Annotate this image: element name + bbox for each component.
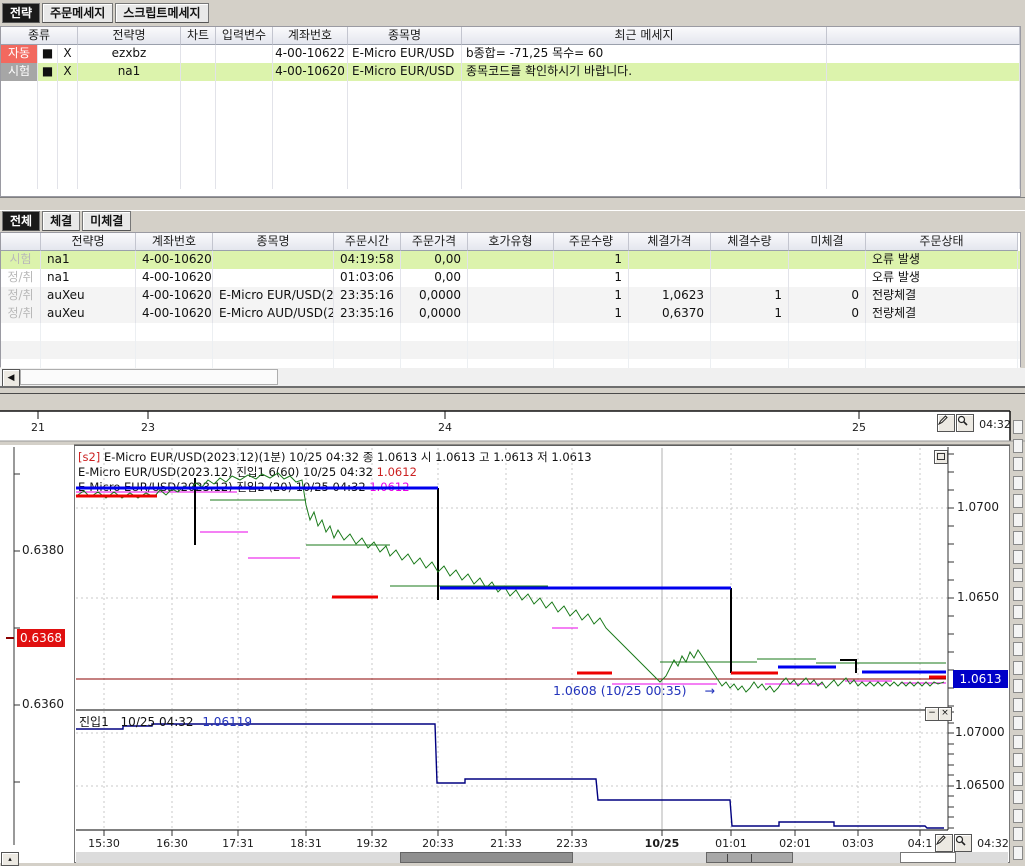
magnifier-icon[interactable] [956,414,974,432]
left-axis-price-badge: 0.6368 [17,629,65,647]
time-tick-label: 17:31 [215,837,261,850]
time-tick-label: 16:30 [149,837,195,850]
right-strip-button[interactable] [1013,753,1023,767]
right-strip-button[interactable] [1013,698,1023,712]
main-right-axis-label: 1.0650 [957,590,999,604]
subpanel-minimize-icon[interactable]: − [925,707,939,721]
right-strip-button[interactable] [1013,420,1023,434]
right-strip-button[interactable] [1013,679,1023,693]
chart-scrollbar-range-box[interactable] [900,852,956,863]
right-strip-button[interactable] [1013,772,1023,786]
pencil-icon[interactable] [935,834,953,852]
sub-indicator-value: 1.06119 [202,715,252,729]
left-axis-label: 0.6380 [22,543,64,557]
corner-box-icon[interactable]: ▴ [1,852,19,866]
time-tick-label: 10/25 [639,837,685,850]
time-tick-label: 20:33 [415,837,461,850]
main-right-axis-label: 1.0700 [957,500,999,514]
outer-tick-label: 25 [839,421,879,434]
right-strip-button[interactable] [1013,716,1023,730]
right-strip-button[interactable] [1013,827,1023,841]
right-strip-button[interactable] [1013,735,1023,749]
right-strip-button[interactable] [1013,846,1023,860]
panel-restore-icon[interactable] [934,450,948,464]
right-strip-button[interactable] [1013,642,1023,656]
subpanel-close-icon[interactable]: × [938,707,952,721]
chart-scrollbar-thumb2[interactable] [706,852,793,863]
left-axis-label: 0.6360 [22,697,64,711]
right-strip-button[interactable] [1013,494,1023,508]
annotation-text: 1.0608 (10/25 00:35) [553,683,686,698]
magnifier-icon[interactable] [954,834,972,852]
time-tick-label: 22:33 [549,837,595,850]
time-tick-label: 01:01 [708,837,754,850]
chart-scrollbar-thumb[interactable] [400,852,573,863]
time-tick-label: 19:32 [349,837,395,850]
outer-tick-label: 23 [128,421,168,434]
right-strip-button[interactable] [1013,624,1023,638]
right-strip-button[interactable] [1013,531,1023,545]
right-strip-button[interactable] [1013,550,1023,564]
right-strip-button[interactable] [1013,439,1023,453]
sub-right-axis-label: 1.06500 [955,778,1005,792]
right-strip-button[interactable] [1013,513,1023,527]
pencil-icon[interactable] [937,414,955,432]
outer-tick-label: 24 [425,421,465,434]
sub-indicator-datetime: 10/25 04:32 [121,715,194,729]
outer-tick-label: 21 [18,421,58,434]
right-strip-button[interactable] [1013,790,1023,804]
right-strip-button[interactable] [1013,587,1023,601]
right-strip-button[interactable] [1013,568,1023,582]
current-price-badge: 1.0613 [953,670,1008,688]
time-tick-label: 21:33 [483,837,529,850]
right-strip-button[interactable] [1013,605,1023,619]
right-strip-button[interactable] [1013,457,1023,471]
time-tick-label: 02:01 [772,837,818,850]
time-tick-label: 03:03 [835,837,881,850]
right-strip-button[interactable] [1013,809,1023,823]
time-tick-label: 15:30 [81,837,127,850]
price-annotation: 1.0608 (10/25 00:35) → [553,683,715,698]
sub-right-axis-label: 1.07000 [955,725,1005,739]
chart-scrollbar[interactable] [76,852,1008,863]
right-strip-button[interactable] [1013,476,1023,490]
time-tick-label: 18:31 [283,837,329,850]
right-strip-button[interactable] [1013,661,1023,675]
annotation-arrow-icon: → [704,683,714,698]
sub-indicator-name: 진입1 [79,715,109,729]
sub-panel-label: 진입1 10/25 04:32 1.06119 [79,713,252,730]
outer-axis-clock: 04:32 [975,418,1015,431]
chart-clock: 04:32 [973,837,1013,850]
